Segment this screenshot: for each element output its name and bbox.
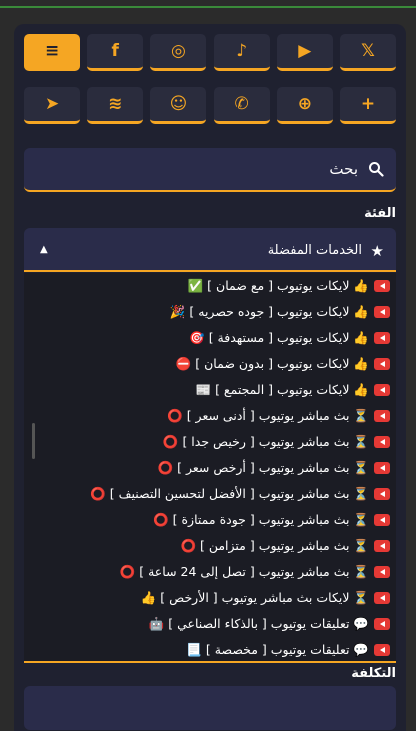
- menu-icon: ≡: [44, 41, 60, 61]
- youtube-icon: ▶: [298, 41, 312, 61]
- globe-icon: ⊕: [297, 94, 312, 114]
- cost-field: [24, 686, 396, 730]
- option-label: ⏳ بث مباشر يوتيوب [ أرخص سعر ] ⭕: [157, 460, 369, 475]
- x-icon: 𝕏: [361, 41, 375, 61]
- dropdown-option[interactable]: 💬 تعليقات يوتيوب [ بالذكاء الصناعي ] 🤖: [24, 611, 396, 637]
- dropdown-option[interactable]: 👍 لايكات يوتيوب [ مستهدفة ] 🎯: [24, 325, 396, 351]
- option-label: ⏳ بث مباشر يوتيوب [ تصل إلى 24 ساعة ] ⭕: [119, 564, 369, 579]
- dropdown-option[interactable]: ⏳ بث مباشر يوتيوب [ جودة ممتازة ] ⭕: [24, 507, 396, 533]
- social-row-2: ➤ ≋ ☺ ✆ ⊕ +: [24, 87, 396, 124]
- option-label: 💬 تعليقات يوتيوب [ بالذكاء الصناعي ] 🤖: [148, 616, 369, 631]
- tiktok-button[interactable]: ♪: [213, 34, 270, 71]
- instagram-icon: ◎: [171, 41, 186, 61]
- youtube-icon: [374, 358, 390, 370]
- telegram-icon: ➤: [44, 94, 60, 114]
- telegram-button[interactable]: ➤: [24, 87, 81, 124]
- option-label: ⏳ بث مباشر يوتيوب [ أدنى سعر ] ⭕: [167, 408, 369, 423]
- star-icon: ★: [370, 242, 384, 260]
- dropdown-option[interactable]: 👍 لايكات يوتيوب [ جوده حصريه ] 🎉: [24, 299, 396, 325]
- option-label: 👍 لايكات يوتيوب [ المجتمع ] 📰: [195, 382, 369, 397]
- youtube-icon: [374, 566, 390, 578]
- category-label: الفئة: [364, 206, 396, 221]
- dropdown-option[interactable]: 👍 لايكات يوتيوب [ المجتمع ] 📰: [24, 377, 396, 403]
- cost-label: التكلفة: [351, 666, 396, 681]
- dropdown-option[interactable]: ⏳ لايكات بث مباشر يوتيوب [ الأرخص ] 👍: [24, 585, 396, 611]
- youtube-icon: [374, 592, 390, 604]
- youtube-icon: [374, 306, 390, 318]
- plus-button[interactable]: +: [340, 87, 396, 124]
- social-row-1: ≡ f ◎ ♪ ▶ 𝕏: [24, 34, 396, 71]
- youtube-icon: [374, 644, 390, 656]
- tiktok-icon: ♪: [236, 41, 248, 61]
- dropdown-scrollbar[interactable]: [32, 423, 35, 459]
- option-label: 👍 لايكات يوتيوب [ مستهدفة ] 🎯: [189, 330, 369, 345]
- youtube-icon: [374, 280, 390, 292]
- globe-button[interactable]: ⊕: [276, 87, 333, 124]
- dropdown-option[interactable]: ⏳ بث مباشر يوتيوب [ تصل إلى 24 ساعة ] ⭕: [24, 559, 396, 585]
- dropdown-option[interactable]: ⏳ بث مباشر يوتيوب [ رخيص جدا ] ⭕: [24, 429, 396, 455]
- category-select[interactable]: ★ الخدمات المفضلة ▲: [24, 228, 396, 272]
- option-label: ⏳ لايكات بث مباشر يوتيوب [ الأرخص ] 👍: [140, 590, 369, 605]
- menu-button[interactable]: ≡: [24, 34, 81, 71]
- caret-up-icon[interactable]: ▲: [40, 244, 48, 255]
- youtube-icon: [374, 384, 390, 396]
- option-label: ⏳ بث مباشر يوتيوب [ متزامن ] ⭕: [180, 538, 369, 553]
- option-label: 💬 تعليقات يوتيوب [ مخصصة ] 📃: [186, 642, 369, 657]
- dropdown-option[interactable]: ⏳ بث مباشر يوتيوب [ أدنى سعر ] ⭕: [24, 403, 396, 429]
- snapchat-icon: ☺: [169, 94, 188, 114]
- spotify-button[interactable]: ≋: [87, 87, 144, 124]
- spotify-icon: ≋: [108, 94, 123, 114]
- youtube-button[interactable]: ▶: [276, 34, 333, 71]
- dropdown-option[interactable]: 👍 لايكات يوتيوب [ مع ضمان ] ✅: [24, 273, 396, 299]
- option-label: 👍 لايكات يوتيوب [ جوده حصريه ] 🎉: [169, 304, 369, 319]
- category-dropdown-list: 👍 لايكات يوتيوب [ مع ضمان ] ✅ 👍 لايكات ي…: [24, 273, 396, 663]
- order-panel: ≡ f ◎ ♪ ▶ 𝕏 ➤ ≋ ☺ ✆ ⊕ + بحث الفئة ★ الخد…: [14, 24, 406, 731]
- dropdown-option[interactable]: 👍 لايكات يوتيوب [ بدون ضمان ] ⛔: [24, 351, 396, 377]
- snapchat-button[interactable]: ☺: [150, 87, 207, 124]
- search-icon: [369, 162, 384, 177]
- plus-icon: +: [360, 94, 376, 114]
- category-selected-value: الخدمات المفضلة: [267, 243, 362, 258]
- dropdown-option[interactable]: ⏳ بث مباشر يوتيوب [ متزامن ] ⭕: [24, 533, 396, 559]
- search-input[interactable]: بحث: [24, 148, 396, 192]
- instagram-button[interactable]: ◎: [150, 34, 207, 71]
- option-label: ⏳ بث مباشر يوتيوب [ رخيص جدا ] ⭕: [162, 434, 369, 449]
- dropdown-option[interactable]: ⏳ بث مباشر يوتيوب [ أرخص سعر ] ⭕: [24, 455, 396, 481]
- youtube-icon: [374, 410, 390, 422]
- option-label: 👍 لايكات يوتيوب [ بدون ضمان ] ⛔: [175, 356, 369, 371]
- youtube-icon: [374, 332, 390, 344]
- option-label: ⏳ بث مباشر يوتيوب [ الأفضل لتحسين التصني…: [90, 486, 369, 501]
- dropdown-option[interactable]: ⏳ بث مباشر يوتيوب [ الأفضل لتحسين التصني…: [24, 481, 396, 507]
- youtube-icon: [374, 436, 390, 448]
- whatsapp-button[interactable]: ✆: [213, 87, 270, 124]
- option-label: 👍 لايكات يوتيوب [ مع ضمان ] ✅: [187, 278, 369, 293]
- option-label: ⏳ بث مباشر يوتيوب [ جودة ممتازة ] ⭕: [153, 512, 369, 527]
- top-bar: [0, 0, 416, 8]
- x-button[interactable]: 𝕏: [340, 34, 396, 71]
- search-placeholder: بحث: [329, 160, 358, 178]
- dropdown-option[interactable]: 💬 تعليقات يوتيوب [ مخصصة ] 📃: [24, 637, 396, 661]
- youtube-icon: [374, 540, 390, 552]
- youtube-icon: [374, 514, 390, 526]
- youtube-icon: [374, 462, 390, 474]
- whatsapp-icon: ✆: [234, 94, 249, 114]
- facebook-button[interactable]: f: [87, 34, 144, 71]
- facebook-icon: f: [111, 41, 119, 61]
- youtube-icon: [374, 488, 390, 500]
- youtube-icon: [374, 618, 390, 630]
